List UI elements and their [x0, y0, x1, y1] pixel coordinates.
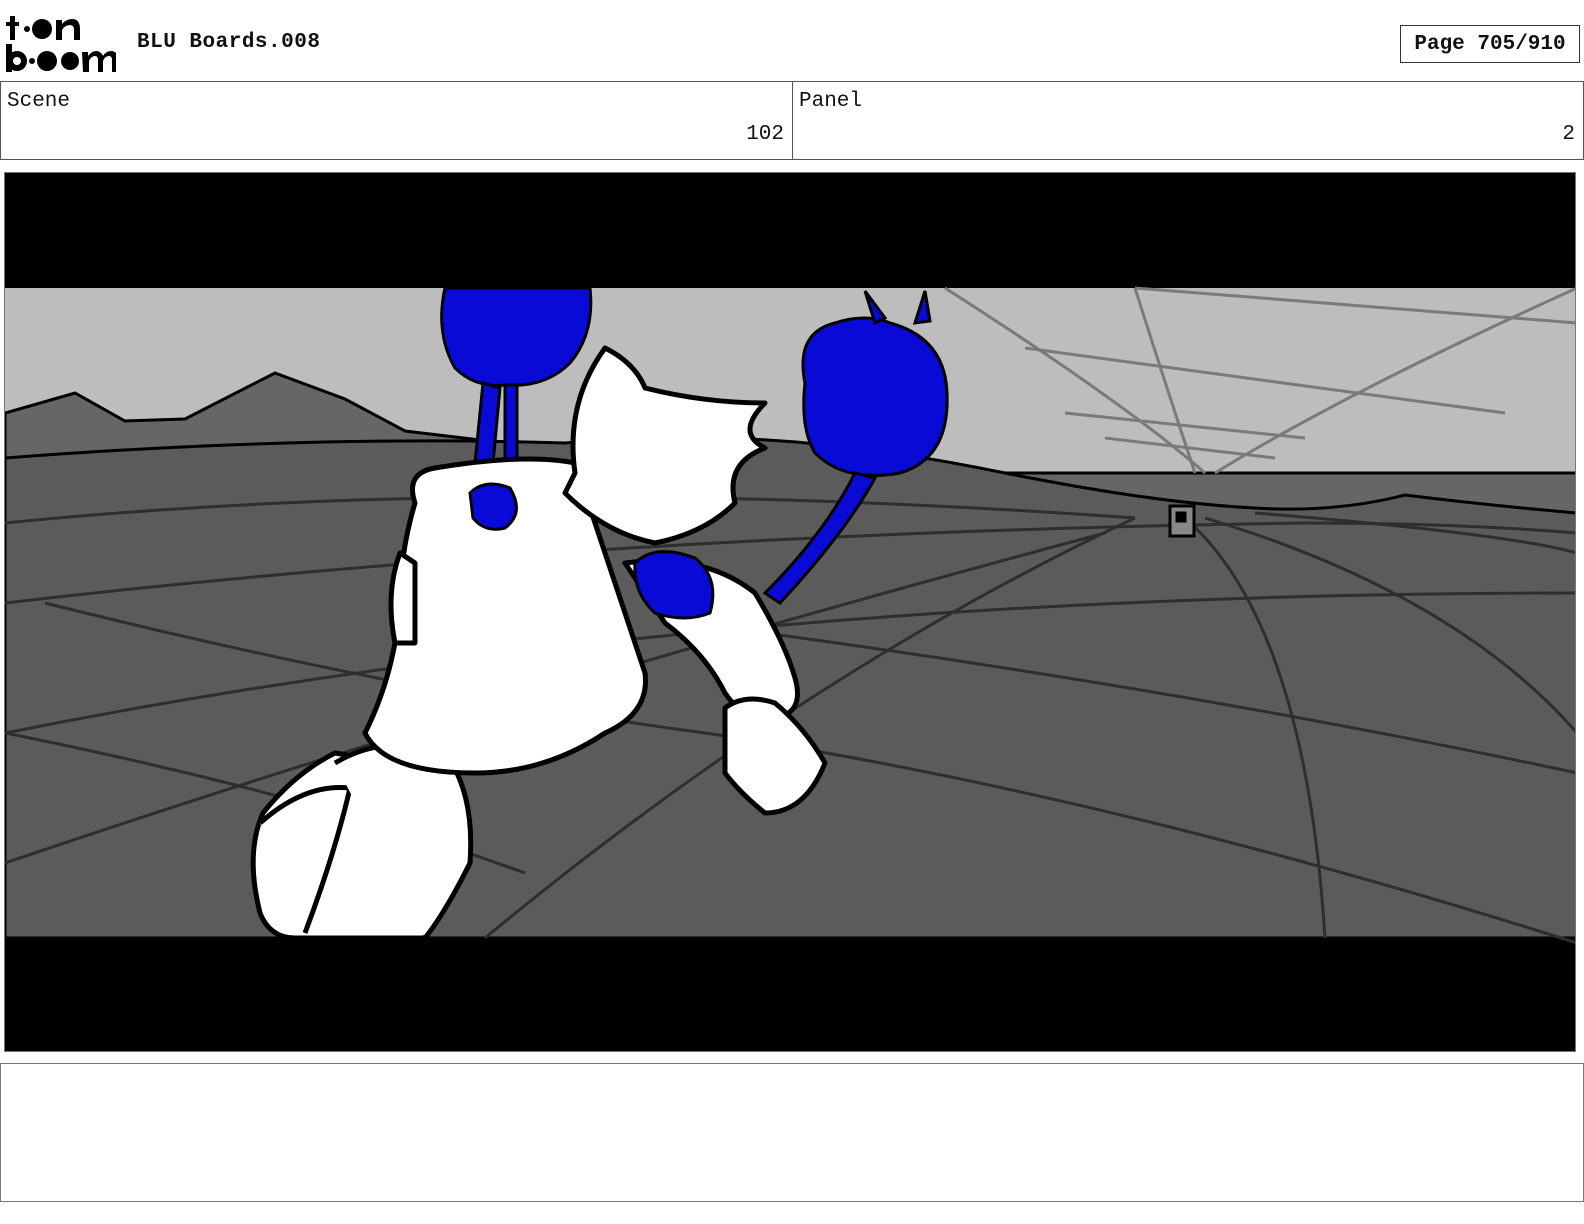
small-device [1168, 504, 1196, 538]
page-header: BLU Boards.008 Page 705/910 [0, 0, 1584, 82]
toon-boom-logo [6, 16, 116, 72]
scene-number: 102 [746, 123, 784, 146]
document-title: BLU Boards.008 [137, 31, 321, 54]
notes-box [0, 1063, 1584, 1202]
letterbox-bottom [5, 938, 1575, 1051]
panel-number: 2 [1562, 123, 1575, 146]
letterbox-top [5, 173, 1575, 288]
panel-box: Panel 2 [792, 81, 1584, 160]
panel-label: Panel [799, 90, 863, 113]
page-number: Page 705/910 [1400, 25, 1580, 63]
scene-label: Scene [7, 90, 71, 113]
storyboard-frame [4, 172, 1576, 1052]
storyboard-drawing [5, 173, 1575, 1051]
scene-box: Scene 102 [0, 81, 793, 160]
